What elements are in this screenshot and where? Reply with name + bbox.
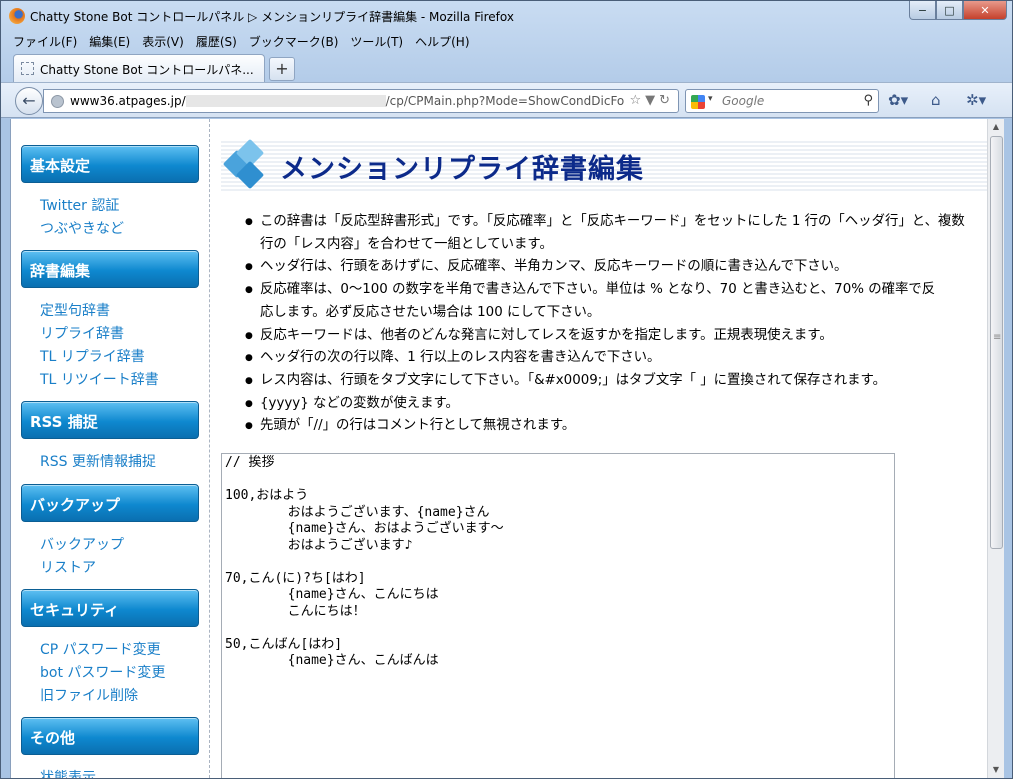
sidebar-links: CP パスワード変更 bot パスワード変更 旧ファイル削除	[21, 627, 209, 717]
sidebar-link[interactable]: CP パスワード変更	[40, 639, 209, 662]
sidebar-link[interactable]: 定型句辞書	[40, 300, 209, 323]
menu-tools[interactable]: ツール(T)	[344, 31, 409, 52]
sidebar-header: 基本設定	[21, 145, 199, 183]
list-item: この辞書は「反応型辞書形式」です。「反応確率」と「反応キーワード」をセットにした…	[243, 211, 991, 256]
vertical-scrollbar[interactable]: ▲ ▼	[987, 119, 1004, 778]
sidebar-links: 状態表示	[21, 755, 209, 778]
sidebar-links: RSS 更新情報捕捉	[21, 439, 209, 484]
window-title: Chatty Stone Bot コントロールパネル ▷ メンションリプライ辞書…	[30, 10, 514, 24]
search-input[interactable]: ▾ Google ⚲	[685, 89, 879, 113]
new-tab-button[interactable]: +	[269, 57, 295, 81]
scroll-down-icon[interactable]: ▼	[988, 762, 1004, 778]
list-item: {yyyy} などの変数が使えます。	[243, 393, 991, 416]
instruction-list: この辞書は「反応型辞書形式」です。「反応確率」と「反応キーワード」をセットにした…	[243, 211, 991, 438]
sidebar: 基本設定 Twitter 認証 つぶやきなど 辞書編集 定型句辞書 リプライ辞書…	[11, 119, 210, 778]
minimize-button[interactable]: −	[909, 1, 936, 20]
url-redacted	[185, 95, 386, 107]
settings-icon[interactable]: ✲▾	[966, 91, 986, 109]
search-icon[interactable]: ⚲	[863, 93, 873, 108]
url-host: www36.atpages.jp/	[70, 94, 186, 108]
menu-help[interactable]: ヘルプ(H)	[409, 31, 475, 52]
home-icon[interactable]: ⌂	[931, 91, 941, 109]
firefox-icon	[9, 8, 25, 24]
list-item: ヘッダ行の次の行以降、1 行以上のレス内容を書き込んで下さい。	[243, 347, 991, 370]
addon-icon[interactable]: ✿▾	[888, 91, 908, 109]
google-icon[interactable]	[691, 95, 705, 109]
sidebar-header: その他	[21, 717, 199, 756]
globe-icon	[51, 95, 64, 108]
menu-edit[interactable]: 編集(E)	[83, 31, 136, 52]
dictionary-editor-textarea[interactable]: // 挨拶 100,おはよう おはようございます、{name}さん {name}…	[221, 453, 895, 778]
tab-bar: Chatty Stone Bot コントロールパネ... +	[7, 54, 1007, 82]
diamond-logo-icon	[222, 138, 269, 190]
back-button[interactable]: ←	[15, 87, 43, 115]
sidebar-header: バックアップ	[21, 483, 199, 522]
scroll-up-icon[interactable]: ▲	[988, 119, 1004, 135]
chevron-down-icon[interactable]: ▾	[708, 94, 713, 104]
menu-bookmarks[interactable]: ブックマーク(B)	[243, 31, 345, 52]
navigation-toolbar: ← www36.atpages.jp/ /cp/CPMain.php?Mode=S…	[1, 82, 1012, 118]
menu-history[interactable]: 履歴(S)	[190, 31, 243, 52]
sidebar-link[interactable]: TL リプライ辞書	[40, 346, 209, 369]
sidebar-link[interactable]: バックアップ	[40, 534, 209, 557]
sidebar-section-basic: 基本設定 Twitter 認証 つぶやきなど	[21, 119, 209, 250]
search-placeholder: Google	[722, 94, 765, 108]
sidebar-section-backup: バックアップ バックアップ リストア	[21, 483, 209, 589]
url-bar[interactable]: www36.atpages.jp/ /cp/CPMain.php?Mode=Sho…	[43, 89, 679, 113]
sidebar-link[interactable]: Twitter 認証	[40, 195, 209, 218]
sidebar-links: 定型句辞書 リプライ辞書 TL リプライ辞書 TL リツイート辞書	[21, 288, 209, 401]
page-title: メンションリプライ辞書編集	[280, 154, 644, 185]
url-actions[interactable]: ☆▼↻	[629, 93, 674, 108]
window-controls: − □ ✕	[909, 1, 1007, 20]
sidebar-link[interactable]: 状態表示	[40, 767, 209, 778]
list-item: ヘッダ行は、行頭をあけずに、反応確率、半角カンマ、反応キーワードの順に書き込んで…	[243, 256, 991, 279]
tab-label: Chatty Stone Bot コントロールパネ...	[40, 63, 254, 77]
url-path: /cp/CPMain.php?Mode=ShowCondDicFo	[385, 94, 625, 108]
browser-window: Chatty Stone Bot コントロールパネル ▷ メンションリプライ辞書…	[0, 0, 1013, 779]
menu-file[interactable]: ファイル(F)	[7, 31, 83, 52]
title-bar: Chatty Stone Bot コントロールパネル ▷ メンションリプライ辞書…	[1, 1, 1012, 31]
sidebar-section-dictionary: 辞書編集 定型句辞書 リプライ辞書 TL リプライ辞書 TL リツイート辞書	[21, 250, 209, 401]
list-item: 反応確率は、0〜100 の数字を半角で書き込んで下さい。単位は % となり、70…	[243, 279, 991, 324]
page-icon	[21, 62, 34, 75]
tab-active[interactable]: Chatty Stone Bot コントロールパネ...	[13, 54, 265, 82]
close-button[interactable]: ✕	[963, 1, 1007, 20]
page-viewport: 基本設定 Twitter 認証 つぶやきなど 辞書編集 定型句辞書 リプライ辞書…	[10, 119, 1004, 778]
sidebar-header: セキュリティ	[21, 589, 199, 628]
sidebar-link[interactable]: リプライ辞書	[40, 323, 209, 346]
sidebar-section-other: その他 状態表示	[21, 717, 209, 778]
list-item: 先頭が「//」の行はコメント行として無視されます。	[243, 415, 991, 438]
list-item: レス内容は、行頭をタブ文字にして下さい。「&#x0009;」はタブ文字「 」に置…	[243, 370, 991, 393]
sidebar-link[interactable]: つぶやきなど	[40, 218, 209, 241]
sidebar-section-rss: RSS 捕捉 RSS 更新情報捕捉	[21, 401, 209, 484]
maximize-button[interactable]: □	[936, 1, 963, 20]
sidebar-links: Twitter 認証 つぶやきなど	[21, 183, 209, 250]
main-content: メンションリプライ辞書編集 この辞書は「反応型辞書形式」です。「反応確率」と「反…	[221, 119, 987, 778]
menu-bar: ファイル(F) 編集(E) 表示(V) 履歴(S) ブックマーク(B) ツール(…	[7, 31, 476, 52]
sidebar-link[interactable]: リストア	[40, 557, 209, 580]
list-item: 反応キーワードは、他者のどんな発言に対してレスを返すかを指定します。正規表現使え…	[243, 325, 991, 348]
sidebar-links: バックアップ リストア	[21, 522, 209, 589]
sidebar-header: 辞書編集	[21, 250, 199, 289]
sidebar-section-security: セキュリティ CP パスワード変更 bot パスワード変更 旧ファイル削除	[21, 589, 209, 717]
page-banner: メンションリプライ辞書編集	[221, 138, 987, 191]
sidebar-header: RSS 捕捉	[21, 401, 199, 440]
sidebar-link[interactable]: RSS 更新情報捕捉	[40, 451, 209, 474]
scrollbar-thumb[interactable]	[990, 136, 1003, 549]
menu-view[interactable]: 表示(V)	[136, 31, 190, 52]
sidebar-link[interactable]: bot パスワード変更	[40, 662, 209, 685]
sidebar-link[interactable]: 旧ファイル削除	[40, 685, 209, 708]
sidebar-link[interactable]: TL リツイート辞書	[40, 369, 209, 392]
